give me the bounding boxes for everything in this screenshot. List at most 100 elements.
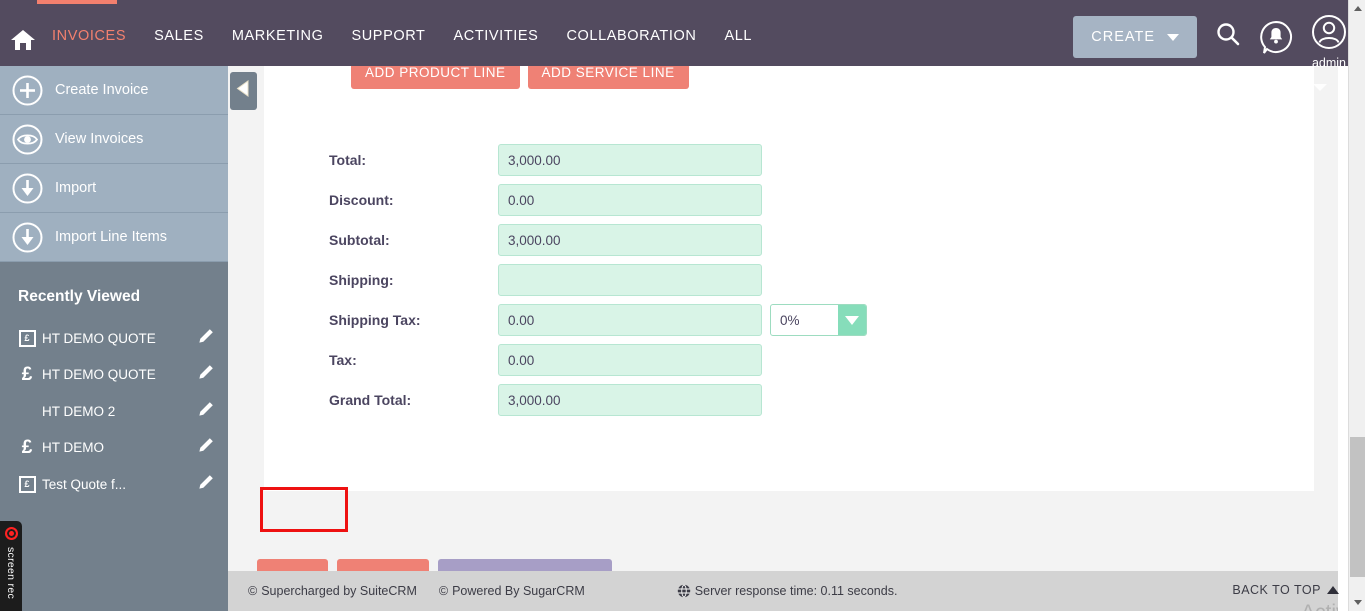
active-tab-indicator [37, 0, 117, 4]
download-circle-icon [12, 222, 43, 253]
main-content: ADD PRODUCT LINE ADD SERVICE LINE Total:… [228, 66, 1338, 611]
footer-sugarcrm-label: Powered By SugarCRM [452, 584, 585, 598]
field-row-grand-total: Grand Total: [329, 380, 867, 420]
recently-viewed-item[interactable]: HT DEMO 2 [0, 393, 228, 430]
pencil-icon[interactable] [198, 364, 214, 385]
sidebar-item-label: View Invoices [55, 131, 144, 147]
nav-item-all[interactable]: ALL [710, 28, 766, 44]
sidebar: Create Invoice View Invoices Import Impo… [0, 66, 228, 611]
field-label: Shipping: [329, 272, 394, 288]
recently-viewed-item[interactable]: £ HT DEMO QUOTE [0, 320, 228, 357]
pencil-icon[interactable] [198, 328, 214, 349]
pencil-icon[interactable] [198, 474, 214, 495]
create-button[interactable]: CREATE [1073, 16, 1197, 58]
field-row-shipping: Shipping: [329, 260, 867, 300]
scroll-down-arrow-icon[interactable] [1349, 594, 1365, 611]
field-row-total: Total: [329, 140, 867, 180]
recently-viewed-title: Recently Viewed [18, 288, 141, 305]
sidebar-item-label: Import [55, 180, 97, 196]
pencil-icon[interactable] [198, 401, 214, 422]
add-service-line-button[interactable]: ADD SERVICE LINE [527, 66, 689, 89]
collapse-left-arrow-icon [236, 80, 251, 102]
footer: © Supercharged by SuiteCRM © Powered By … [228, 571, 1338, 611]
field-label: Subtotal: [329, 232, 390, 248]
caret-up-icon [1327, 586, 1339, 594]
shipping-tax-input[interactable] [498, 304, 762, 336]
add-line-buttons: ADD PRODUCT LINE ADD SERVICE LINE [351, 66, 689, 89]
globe-icon [677, 583, 691, 599]
scroll-up-arrow-icon[interactable] [1349, 0, 1365, 17]
footer-suitecrm-label: Supercharged by SuiteCRM [261, 584, 417, 598]
top-navigation-bar: INVOICES SALES MARKETING SUPPORT ACTIVIT… [0, 0, 1365, 70]
recently-viewed-item[interactable]: £ Test Quote f... [0, 466, 228, 503]
subtotal-input[interactable] [498, 224, 762, 256]
nav-menu: INVOICES SALES MARKETING SUPPORT ACTIVIT… [38, 28, 766, 44]
shipping-tax-rate-value: 0% [780, 312, 800, 328]
invoice-box-icon: £ [16, 475, 38, 493]
record-dot-icon[interactable] [4, 527, 18, 540]
shipping-input[interactable] [498, 264, 762, 296]
field-label: Tax: [329, 352, 357, 368]
field-label: Discount: [329, 192, 394, 208]
footer-sugarcrm: © Powered By SugarCRM [439, 584, 585, 598]
recently-viewed-item-label: HT DEMO QUOTE [42, 367, 156, 383]
nav-item-support[interactable]: SUPPORT [337, 28, 439, 44]
tax-input[interactable] [498, 344, 762, 376]
recently-viewed-item[interactable]: £ HT DEMO [0, 430, 228, 467]
invoice-totals-card: ADD PRODUCT LINE ADD SERVICE LINE Total:… [264, 66, 1314, 491]
nav-item-invoices[interactable]: INVOICES [38, 28, 140, 44]
plus-circle-icon [12, 75, 43, 106]
notification-bell-icon[interactable] [1259, 20, 1293, 59]
invoice-box-icon: £ [16, 329, 38, 347]
sidebar-collapse-button[interactable] [230, 72, 257, 110]
recently-viewed-item[interactable]: £ HT DEMO QUOTE [0, 357, 228, 394]
recently-viewed-item-label: HT DEMO 2 [42, 403, 116, 419]
create-button-label: CREATE [1091, 29, 1155, 45]
user-avatar-icon [1311, 14, 1347, 55]
recently-viewed-item-label: HT DEMO QUOTE [42, 330, 156, 346]
field-label: Grand Total: [329, 392, 412, 408]
eye-circle-icon [12, 124, 43, 155]
sidebar-item-create-invoice[interactable]: Create Invoice [0, 66, 228, 115]
user-menu[interactable]: admin [1311, 14, 1347, 70]
footer-server-response: Server response time: 0.11 seconds. [677, 583, 898, 599]
server-response-label: Server response time: 0.11 seconds. [694, 584, 898, 598]
back-to-top-link[interactable]: BACK TO TOP [1232, 583, 1339, 597]
discount-input[interactable] [498, 184, 762, 216]
grand-total-input[interactable] [498, 384, 762, 416]
quote-pound-icon: £ [21, 364, 33, 386]
pencil-icon[interactable] [198, 437, 214, 458]
scrollbar-thumb[interactable] [1350, 437, 1365, 577]
chevron-down-icon [1167, 33, 1179, 41]
field-row-subtotal: Subtotal: [329, 220, 867, 260]
sidebar-item-view-invoices[interactable]: View Invoices [0, 115, 228, 164]
nav-item-sales[interactable]: SALES [140, 28, 218, 44]
back-to-top-label: BACK TO TOP [1232, 583, 1321, 597]
field-row-discount: Discount: [329, 180, 867, 220]
field-label: Shipping Tax: [329, 312, 421, 328]
quote-pound-icon: £ [21, 437, 33, 459]
nav-item-collaboration[interactable]: COLLABORATION [552, 28, 710, 44]
recently-viewed-item-label: Test Quote f... [42, 476, 127, 492]
nav-item-activities[interactable]: ACTIVITIES [439, 28, 552, 44]
add-product-line-button[interactable]: ADD PRODUCT LINE [351, 66, 520, 89]
field-row-tax: Tax: [329, 340, 867, 380]
page-chevron-down-icon [1313, 84, 1327, 91]
home-icon[interactable] [8, 26, 38, 54]
search-icon[interactable] [1213, 20, 1243, 55]
page-scrollbar[interactable] [1348, 0, 1365, 611]
recently-viewed-item-label: HT DEMO [42, 440, 105, 456]
footer-suitecrm: © Supercharged by SuiteCRM [248, 584, 417, 598]
shipping-tax-rate-dropdown[interactable]: 0% [770, 304, 867, 336]
screen-recorder-widget[interactable]: screen rec [0, 521, 22, 611]
total-input[interactable] [498, 144, 762, 176]
sidebar-item-label: Create Invoice [55, 82, 149, 98]
user-name-label: admin [1311, 56, 1347, 70]
nav-item-marketing[interactable]: MARKETING [218, 28, 338, 44]
download-circle-icon [12, 173, 43, 204]
chevron-down-icon [838, 305, 866, 335]
field-label: Total: [329, 152, 367, 168]
sidebar-item-import[interactable]: Import [0, 164, 228, 213]
copyright-icon: © [438, 584, 449, 598]
sidebar-item-import-line-items[interactable]: Import Line Items [0, 213, 228, 262]
